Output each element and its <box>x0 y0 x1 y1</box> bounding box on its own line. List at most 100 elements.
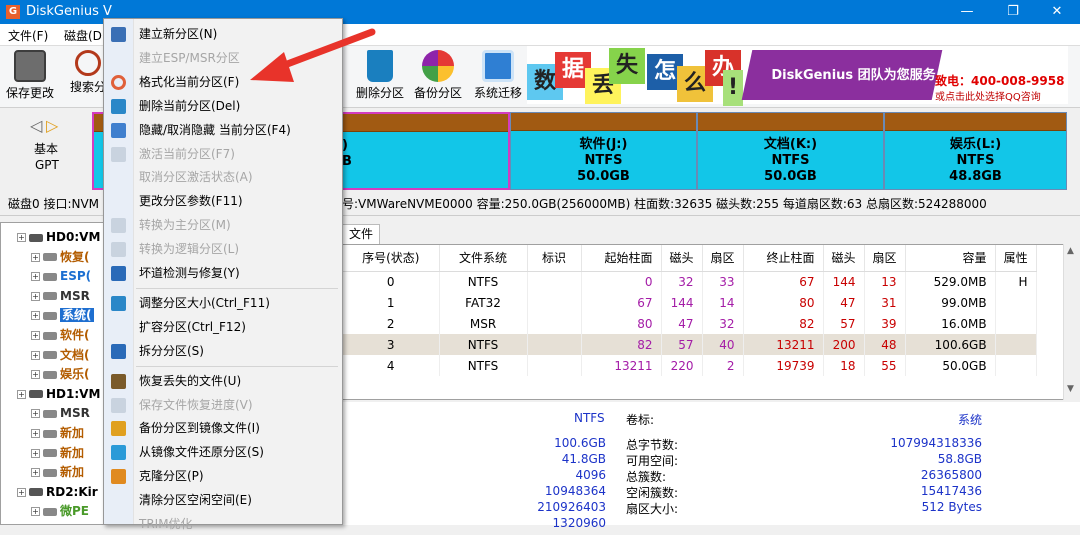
tree-node-label: HD1:VM <box>46 386 101 401</box>
menu-item-label: 克隆分区(P) <box>139 469 204 484</box>
tree-partition-node[interactable]: + 系统( <box>31 305 94 325</box>
menu-item[interactable]: 建立新分区(N) <box>104 23 342 45</box>
scroll-down-icon[interactable]: ▼ <box>1067 384 1074 394</box>
tree-partition-node[interactable]: + 软件( <box>31 325 90 345</box>
expand-icon[interactable]: + <box>31 272 40 282</box>
menu-item-label: 更改分区参数(F11) <box>139 194 243 209</box>
menu-disk[interactable]: 磁盘(D <box>64 27 102 44</box>
menu-item[interactable]: 克隆分区(P) <box>104 465 342 487</box>
expand-icon[interactable]: + <box>31 468 40 478</box>
table-row[interactable]: 1 FAT32 67 144 14 80 47 31 99.0MB <box>343 292 1037 313</box>
system-migration-button[interactable]: 系统迁移 <box>470 50 526 106</box>
expand-icon[interactable]: + <box>31 331 40 340</box>
tree-disk-node[interactable]: + RD2:Kir <box>17 482 98 502</box>
tree-node-label: 娱乐( <box>60 367 90 382</box>
maximize-button[interactable]: ❐ <box>990 0 1036 24</box>
menu-item[interactable]: 坏道检测与修复(Y) <box>104 262 342 284</box>
tree-partition-node[interactable]: + 恢复( <box>31 247 90 267</box>
disk-icon <box>29 488 43 497</box>
tree-partition-node[interactable]: + 文档( <box>31 345 90 365</box>
menu-item[interactable]: 扩容分区(Ctrl_F12) <box>104 316 342 338</box>
menu-item[interactable]: 格式化当前分区(F) <box>104 71 342 93</box>
menu-item[interactable]: 备份分区到镜像文件(I) <box>104 417 342 439</box>
table-row[interactable]: 4 NTFS 13211 220 2 19739 18 55 50.0GB <box>343 355 1037 376</box>
expand-icon[interactable]: + <box>31 291 40 301</box>
disk-tree[interactable]: + HD0:VM + 恢复(+ ESP(+ MSR + 系统(+ 软件(+ 文档(+ 娱乐(+ HD1… <box>0 222 112 525</box>
convert-logical-icon <box>111 242 126 258</box>
tree-partition-node[interactable]: + ESP( <box>31 266 91 286</box>
menu-item[interactable]: 拆分分区(S) <box>104 340 342 362</box>
expand-icon[interactable]: + <box>31 311 40 321</box>
column-header[interactable]: 序号(状态) <box>343 245 440 272</box>
table-row[interactable]: 3 NTFS 82 57 40 13211 200 48 100.6GB <box>343 334 1037 355</box>
menu-file[interactable]: 文件(F) <box>8 27 48 44</box>
column-header[interactable]: 磁头 <box>661 245 703 272</box>
column-header[interactable]: 终止柱面 <box>743 245 824 272</box>
partition-icon <box>43 429 57 438</box>
partition-cap <box>511 113 696 131</box>
save-changes-button[interactable]: 保存更改 <box>2 50 58 106</box>
table-cell: 13 <box>864 271 906 292</box>
table-cell: 67 <box>743 271 824 292</box>
detail-volume-key: 卷标: <box>626 413 655 427</box>
column-header[interactable]: 起始柱面 <box>581 245 662 272</box>
column-header[interactable]: 容量 <box>905 245 996 272</box>
disk-next-arrow[interactable]: ▷ <box>46 116 58 135</box>
scroll-up-icon[interactable]: ▲ <box>1067 246 1074 256</box>
column-header[interactable]: 磁头 <box>823 245 865 272</box>
delete-partition-button[interactable]: 删除分区 <box>352 50 408 106</box>
column-header[interactable]: 属性 <box>995 245 1037 272</box>
tree-partition-node[interactable]: + 微PE <box>31 501 89 521</box>
close-button[interactable]: ✕ <box>1034 0 1080 24</box>
tree-partition-node[interactable]: + 娱乐( <box>31 364 90 384</box>
partition-size: 50.0GB <box>764 169 817 184</box>
menu-item-label: 转换为逻辑分区(L) <box>139 242 240 257</box>
backup-partition-button[interactable]: 备份分区 <box>410 50 466 106</box>
expand-icon[interactable]: + <box>31 350 40 360</box>
column-header[interactable]: 扇区 <box>864 245 906 272</box>
banner-qq-link[interactable]: 或点击此处选择QQ咨询 <box>935 88 1041 103</box>
menu-item[interactable]: 更改分区参数(F11) <box>104 190 342 212</box>
promo-banner[interactable]: 数 据 丢 失 怎 么 办 ! DiskGenius 团队为您服务 致电：400… <box>527 46 1068 106</box>
tree-partition-node[interactable]: +EFI( <box>31 521 86 524</box>
menu-item[interactable]: 清除分区空闲空间(E) <box>104 489 342 511</box>
expand-icon[interactable]: + <box>31 252 40 262</box>
menu-item[interactable]: 删除当前分区(Del) <box>104 95 342 117</box>
partition-block-software[interactable]: 软件(J:) NTFS 50.0GB <box>510 112 697 190</box>
column-header[interactable]: 文件系统 <box>439 245 528 272</box>
column-header[interactable]: 扇区 <box>702 245 744 272</box>
disk-prev-arrow[interactable]: ◁ <box>30 116 42 135</box>
table-cell <box>995 292 1037 313</box>
expand-icon[interactable]: + <box>31 507 40 517</box>
table-row[interactable]: 2 MSR 80 47 32 82 57 39 16.0MB <box>343 313 1037 334</box>
tab-files[interactable]: 文件 <box>342 224 381 244</box>
partition-block-entertainment[interactable]: 娱乐(L:) NTFS 48.8GB <box>884 112 1067 190</box>
tree-partition-node[interactable]: + MSR <box>31 286 90 306</box>
expand-icon[interactable]: + <box>31 370 40 380</box>
partition-block-documents[interactable]: 文档(K:) NTFS 50.0GB <box>697 112 884 190</box>
menu-item[interactable]: 隐藏/取消隐藏 当前分区(F4) <box>104 119 342 141</box>
expand-icon[interactable]: + <box>31 409 40 419</box>
table-scrollbar[interactable]: ▲ ▼ <box>1063 244 1080 400</box>
tree-partition-node[interactable]: + 新加 <box>31 443 84 463</box>
expand-icon[interactable]: + <box>17 487 26 497</box>
table-cell: 80 <box>581 313 662 334</box>
expand-icon[interactable]: + <box>31 429 40 438</box>
expand-icon[interactable]: + <box>31 448 40 458</box>
convert-primary-icon <box>111 218 126 234</box>
tree-disk-node[interactable]: + HD1:VM <box>17 384 100 404</box>
minimize-button[interactable]: — <box>944 0 990 24</box>
menu-item-label: 格式化当前分区(F) <box>139 74 240 89</box>
expand-icon[interactable]: + <box>17 389 26 399</box>
tree-partition-node[interactable]: + MSR <box>31 403 90 423</box>
column-header[interactable]: 标识 <box>527 245 582 272</box>
partition-size: 48.8GB <box>949 169 1002 184</box>
tree-disk-node[interactable]: + HD0:VM <box>17 227 100 247</box>
menu-item[interactable]: 恢复丢失的文件(U) <box>104 370 342 392</box>
expand-icon[interactable]: + <box>17 233 26 242</box>
table-row[interactable]: 0 NTFS 0 32 33 67 144 13 529.0MB H <box>343 271 1037 292</box>
menu-item[interactable]: 从镜像文件还原分区(S) <box>104 441 342 463</box>
tree-partition-node[interactable]: + 新加 <box>31 423 84 443</box>
menu-item[interactable]: 调整分区大小(Ctrl_F11) <box>104 292 342 314</box>
tree-partition-node[interactable]: + 新加 <box>31 462 84 482</box>
